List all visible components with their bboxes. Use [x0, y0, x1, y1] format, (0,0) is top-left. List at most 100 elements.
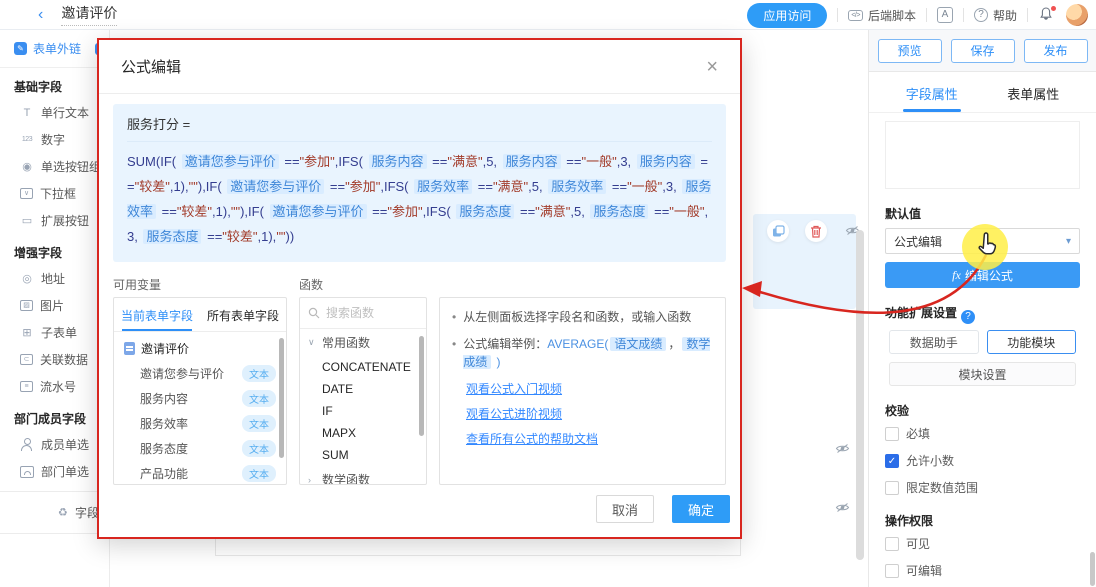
formula-text[interactable]: SUM(IF( 邀请您参与评价 =="参加",IFS( 服务内容 =="满意",… — [127, 150, 715, 250]
checkbox-可见[interactable]: 可见 — [885, 535, 1080, 552]
formula-field-token[interactable]: 服务态度 — [143, 229, 201, 244]
tab-form-external-link[interactable]: 表单外链 — [33, 40, 81, 57]
数据助手-button[interactable]: 数据助手 — [889, 330, 979, 354]
checkbox-box[interactable] — [885, 537, 899, 551]
function-item-MAPX[interactable]: MAPX — [300, 422, 426, 444]
canvas-scrollbar[interactable] — [856, 230, 864, 560]
formula-field-token[interactable]: 邀请您参与评价 — [182, 154, 279, 169]
function-group-数学函数[interactable]: ›数学函数 — [300, 466, 426, 485]
sidebar-item-图片[interactable]: ▨图片 — [0, 292, 109, 319]
checkbox-label: 允许小数 — [906, 452, 954, 469]
field-recycle-bin[interactable]: ♻ 字段 — [0, 498, 109, 527]
delete-icon[interactable] — [805, 220, 827, 242]
formula-token: ,1), — [258, 229, 277, 244]
form-node[interactable]: 邀请评价 — [114, 332, 286, 361]
variable-field-row[interactable]: 邀请您参与评价文本 — [114, 361, 286, 386]
sidebar-item-部门单选[interactable]: 部门单选 — [0, 458, 109, 485]
variables-tab-1[interactable]: 所有表单字段 — [200, 298, 286, 331]
sidebar-item-流水号[interactable]: ≡流水号 — [0, 373, 109, 400]
avatar[interactable] — [1066, 4, 1088, 26]
help-button[interactable]: ? 帮助 — [974, 7, 1017, 24]
checkbox-box[interactable] — [885, 481, 899, 495]
sidebar-item-下拉框[interactable]: ∨下拉框 — [0, 180, 109, 207]
module-settings-button[interactable]: 模块设置 — [889, 362, 1076, 386]
variable-field-row[interactable]: 服务效率文本 — [114, 411, 286, 436]
sidebar-item-单选按钮组[interactable]: ◉单选按钮组 — [0, 153, 109, 180]
backend-script-button[interactable]: </> 后端脚本 — [848, 7, 916, 24]
eye-off-icon[interactable] — [835, 442, 850, 460]
function-group-常用函数[interactable]: ∨常用函数 — [300, 329, 426, 356]
variable-field-row[interactable]: 服务内容文本 — [114, 386, 286, 411]
formula-field-token[interactable]: 服务效率 — [414, 179, 472, 194]
default-value-select[interactable]: 公式编辑 ▾ — [885, 228, 1080, 254]
formula-token: ),IF( — [198, 179, 225, 194]
variables-scrollbar[interactable] — [279, 338, 284, 458]
page-scrollbar[interactable] — [1090, 552, 1095, 586]
formula-token: "一般" — [581, 154, 616, 169]
formula-input-area[interactable]: 服务打分 = SUM(IF( 邀请您参与评价 =="参加",IFS( 服务内容 … — [113, 104, 726, 262]
formula-token: == — [650, 204, 669, 219]
help-link[interactable]: 观看公式入门视频 — [466, 380, 713, 397]
formula-field-token[interactable]: 邀请您参与评价 — [270, 204, 367, 219]
sidebar-item-地址[interactable]: ◎地址 — [0, 265, 109, 292]
tab-表单属性[interactable]: 表单属性 — [983, 72, 1085, 112]
close-icon[interactable]: × — [706, 57, 718, 77]
checkbox-允许小数[interactable]: ✓ 允许小数 — [885, 452, 1080, 469]
checkbox-box[interactable]: ✓ — [885, 454, 899, 468]
variable-field-row[interactable]: 产品功能文本 — [114, 461, 286, 485]
variable-field-row[interactable]: 服务态度文本 — [114, 436, 286, 461]
language-icon[interactable]: A — [937, 7, 953, 23]
formula-field-token[interactable]: 服务态度 — [590, 204, 648, 219]
variables-tab-0[interactable]: 当前表单字段 — [114, 298, 200, 331]
notification-bell-icon[interactable] — [1038, 6, 1056, 24]
sidebar-item-扩展按钮[interactable]: ▭扩展按钮 — [0, 207, 109, 234]
发布-button[interactable]: 发布 — [1024, 39, 1088, 63]
formula-field-token[interactable]: 邀请您参与评价 — [227, 179, 324, 194]
sidebar-item-关联数据[interactable]: ⊂关联数据 — [0, 346, 109, 373]
checkbox-box[interactable] — [885, 564, 899, 578]
help-badge-icon[interactable]: ? — [961, 310, 975, 324]
selected-field-panel[interactable] — [753, 214, 856, 309]
eye-off-icon[interactable] — [835, 501, 850, 519]
sidebar-item-子表单[interactable]: ⊞子表单 — [0, 319, 109, 346]
sidebar-item-数字[interactable]: 123数字 — [0, 126, 109, 153]
field-name: 产品功能 — [140, 465, 188, 482]
function-item-DATE[interactable]: DATE — [300, 378, 426, 400]
back-button[interactable]: ‹ — [38, 7, 43, 23]
formula-token: )) — [286, 229, 295, 244]
sidebar-item-label: 单选按钮组 — [41, 158, 101, 175]
functions-scrollbar[interactable] — [419, 336, 424, 436]
function-item-CONCATENATE[interactable]: CONCATENATE — [300, 356, 426, 378]
function-search-input[interactable] — [326, 306, 410, 320]
formula-field-token[interactable]: 服务效率 — [548, 179, 606, 194]
department-select-icon — [20, 466, 34, 478]
formula-field-token[interactable]: 服务态度 — [456, 204, 514, 219]
functions-panel: ∨常用函数CONCATENATEDATEIFMAPXSUM›数学函数›文本函数 — [299, 297, 427, 485]
checkbox-限定数值范围[interactable]: 限定数值范围 — [885, 479, 1080, 496]
confirm-button[interactable]: 确定 — [672, 495, 730, 523]
formula-field-token[interactable]: 服务内容 — [369, 154, 427, 169]
formula-field-token[interactable]: 服务内容 — [503, 154, 561, 169]
sidebar-item-单行文本[interactable]: T单行文本 — [0, 99, 109, 126]
checkbox-可编辑[interactable]: 可编辑 — [885, 562, 1080, 579]
help-link[interactable]: 查看所有公式的帮助文档 — [466, 430, 713, 447]
checkbox-必填[interactable]: 必填 — [885, 425, 1080, 442]
formula-field-token[interactable]: 服务内容 — [637, 154, 695, 169]
function-item-IF[interactable]: IF — [300, 400, 426, 422]
form-field-behind-modal[interactable] — [215, 538, 741, 556]
cancel-button[interactable]: 取消 — [596, 495, 654, 523]
预览-button[interactable]: 预览 — [878, 39, 942, 63]
功能模块-button[interactable]: 功能模块 — [987, 330, 1077, 354]
copy-icon[interactable] — [767, 220, 789, 242]
serial-number-icon: ≡ — [20, 381, 33, 392]
checkbox-box[interactable] — [885, 427, 899, 441]
function-item-SUM[interactable]: SUM — [300, 444, 426, 466]
help-link[interactable]: 观看公式进阶视频 — [466, 405, 713, 422]
edit-formula-button[interactable]: fx 编辑公式 — [885, 262, 1080, 288]
app-access-button[interactable]: 应用访问 — [747, 3, 827, 28]
保存-button[interactable]: 保存 — [951, 39, 1015, 63]
formula-token: "满意" — [447, 154, 482, 169]
sidebar-item-成员单选[interactable]: 成员单选 — [0, 431, 109, 458]
tab-字段属性[interactable]: 字段属性 — [881, 72, 983, 112]
tip-example-func: AVERAGE( — [547, 337, 608, 351]
